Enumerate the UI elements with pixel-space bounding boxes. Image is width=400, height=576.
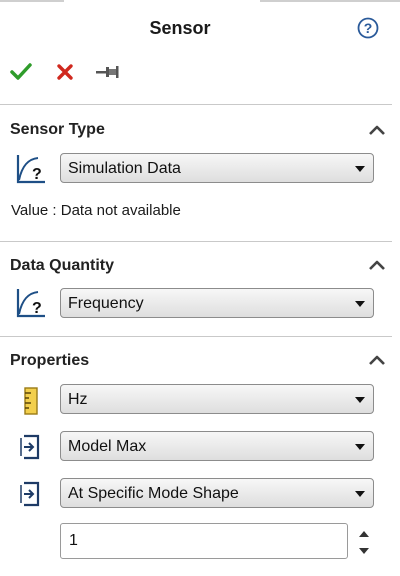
mode-number-input[interactable] [60,523,348,559]
section-title-data-quantity: Data Quantity [10,257,115,274]
spin-up-button[interactable] [354,525,374,542]
chevron-down-icon [355,491,365,497]
panel-title: Sensor [149,18,211,38]
section-divider [0,336,392,337]
svg-text:?: ? [32,300,42,317]
ruler-icon [24,387,38,415]
sensor-type-dropdown[interactable]: Simulation Data [60,153,374,183]
criterion-icon [20,434,40,460]
section-title-sensor-type: Sensor Type [10,121,105,138]
criterion-value: Model Max [68,438,147,455]
units-value: Hz [68,391,88,408]
chevron-up-icon[interactable] [367,258,387,272]
criterion-dropdown[interactable]: Model Max [60,431,374,461]
chevron-down-icon [355,301,365,307]
sensor-type-value: Simulation Data [68,160,181,177]
step-criterion-value: At Specific Mode Shape [68,485,239,502]
panel-top-border [0,0,400,4]
chevron-up-icon[interactable] [367,123,387,137]
sensor-value-text: Value : Data not available [11,202,181,219]
section-title-properties: Properties [10,352,90,369]
step-criterion-dropdown[interactable]: At Specific Mode Shape [60,478,374,508]
chevron-up-icon[interactable] [367,353,387,367]
section-divider [0,241,392,242]
chevron-down-icon [355,166,365,172]
sensor-curve-icon: ? [16,155,45,184]
spin-down-button[interactable] [354,543,374,560]
checkmark-icon[interactable] [10,61,32,83]
units-dropdown[interactable]: Hz [60,384,374,414]
help-icon[interactable]: ? [357,17,379,39]
chevron-down-icon [355,397,365,403]
data-quantity-value: Frequency [68,295,144,312]
svg-text:?: ? [364,20,373,36]
svg-text:?: ? [32,166,42,183]
step-criterion-icon [20,481,40,507]
section-divider [0,104,392,105]
chevron-down-icon [355,444,365,450]
spin-up-icon [359,531,369,537]
pushpin-icon[interactable] [94,61,120,83]
close-icon[interactable] [55,61,75,83]
spin-down-icon [359,548,369,554]
data-quantity-dropdown[interactable]: Frequency [60,288,374,318]
sensor-curve-icon: ? [16,289,45,318]
